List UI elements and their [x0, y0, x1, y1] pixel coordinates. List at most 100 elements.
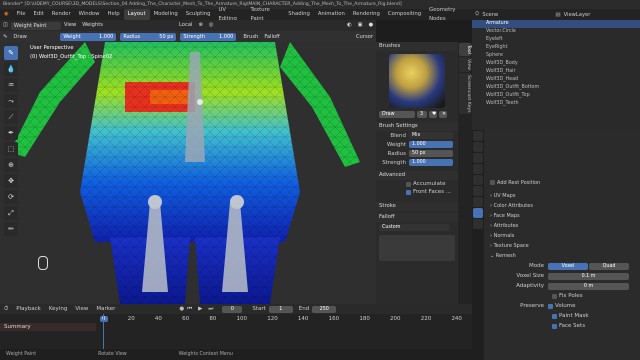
outliner-item[interactable]: Wolf3D_Head [472, 76, 640, 84]
gradient-tool-icon[interactable]: ⟋ [4, 110, 18, 124]
blend-selector[interactable]: Mix [409, 132, 453, 139]
scene-selector[interactable]: Scene [482, 12, 552, 18]
tab-layout[interactable]: Layout [123, 9, 150, 20]
editor-type-icon[interactable]: ◫ [0, 20, 11, 31]
brush-delete-icon[interactable]: ✕ [439, 111, 447, 118]
timeline-ruler[interactable]: 0 20 40 60 80 100 120 140 160 180 200 22… [0, 314, 472, 323]
add-rest-position-checkbox[interactable] [490, 180, 495, 185]
outliner-item[interactable]: Eyeleft [472, 36, 640, 44]
stroke-header[interactable]: Stroke [376, 202, 458, 211]
outliner-item[interactable]: Wolf3D_Body [472, 60, 640, 68]
section-texture-space[interactable]: › Texture Space [486, 241, 640, 251]
jump-start-icon[interactable]: ⏮ [184, 306, 195, 313]
viewport-3d[interactable]: User Perspective (0) Wolf3D_Outfit_Top :… [0, 42, 376, 304]
add-rest-position-row[interactable]: Add Rest Position [486, 178, 640, 188]
jump-end-icon[interactable]: ⏭ [205, 306, 216, 313]
accumulate-checkbox[interactable] [406, 181, 411, 187]
proportional-icon[interactable]: ◎ [206, 20, 217, 31]
move-tool-icon[interactable]: ✥ [4, 174, 18, 188]
draw-tool-icon[interactable]: ✎ [4, 46, 18, 60]
current-frame-field[interactable]: 0 [222, 305, 243, 313]
tab-screencast-keys[interactable]: Screencast Keys [459, 72, 471, 115]
outliner-item[interactable]: Wolf3D_Teeth [472, 100, 640, 108]
shading-solid-icon[interactable]: ● [365, 20, 376, 31]
blur-tool-icon[interactable]: 💧 [4, 62, 18, 76]
summary-channel[interactable]: Summary [0, 323, 96, 331]
front-faces-checkbox[interactable] [406, 189, 411, 195]
advanced-header[interactable]: Advanced [376, 171, 458, 180]
adaptivity-field[interactable]: 0 m [548, 282, 629, 290]
outliner-item[interactable]: Sphere [472, 52, 640, 60]
npanel-weight-field[interactable]: 1.000 [409, 141, 453, 148]
physics-props-icon[interactable] [473, 197, 483, 207]
keying-menu[interactable]: Keying [45, 306, 71, 312]
weight-slider[interactable]: Weight 1.000 [60, 32, 117, 41]
material-props-icon[interactable] [473, 219, 483, 229]
view-layer-selector[interactable]: ViewLayer [564, 12, 591, 18]
npanel-strength-field[interactable]: 1.000 [409, 159, 453, 166]
tab-rendering[interactable]: Rendering [349, 9, 384, 20]
falloff-header[interactable]: Falloff [376, 213, 458, 222]
select-box-icon[interactable]: ⬚ [4, 142, 18, 156]
menu-render[interactable]: Render [48, 9, 75, 20]
average-tool-icon[interactable]: ♒ [4, 78, 18, 92]
viewport-overlay-icon[interactable]: ◐ [344, 20, 355, 31]
preserve-volume-checkbox[interactable] [548, 303, 553, 309]
menu-edit[interactable]: Edit [30, 9, 48, 20]
tab-animation[interactable]: Animation [314, 9, 349, 20]
outliner-item[interactable]: Vector.Circle [472, 28, 640, 36]
outliner-item[interactable]: Wolf3D_Outfit_Bottom [472, 84, 640, 92]
brush-settings-header[interactable]: Brush Settings [376, 122, 458, 131]
timeline-editor-icon[interactable]: ⏱ [4, 306, 12, 313]
start-frame-field[interactable]: 1 [268, 305, 293, 313]
remesh-mode-quad[interactable]: Quad [589, 262, 629, 270]
section-face-maps[interactable]: › Face Maps [486, 211, 640, 221]
remesh-mode-voxel[interactable]: Voxel [548, 262, 588, 270]
menu-help[interactable]: Help [104, 9, 124, 20]
tab-compositing[interactable]: Compositing [384, 9, 425, 20]
tab-shading[interactable]: Shading [284, 9, 314, 20]
menu-window[interactable]: Window [75, 9, 104, 20]
scale-tool-icon[interactable]: ⤢ [4, 206, 18, 220]
brush-fake-user-icon[interactable]: ♥ [429, 111, 437, 118]
tab-view[interactable]: View [459, 56, 471, 72]
snap-icon[interactable]: ⊗ [195, 20, 205, 31]
outliner-item[interactable]: EyeRight [472, 44, 640, 52]
timeline-view-menu[interactable]: View [71, 306, 92, 312]
output-props-icon[interactable] [473, 153, 483, 163]
cursor-menu[interactable]: Cursor [353, 34, 376, 40]
falloff-menu[interactable]: Falloff [261, 34, 282, 40]
voxel-size-field[interactable]: 0.1 m [548, 272, 629, 280]
npanel-radius-field[interactable]: 50 px [409, 150, 453, 157]
tab-geometry-nodes[interactable]: Geometry Nodes [425, 5, 472, 25]
strength-slider[interactable]: Strength 1.000 [180, 32, 237, 41]
section-normals[interactable]: › Normals [486, 231, 640, 241]
xray-icon[interactable]: ▣ [355, 20, 366, 31]
playback-menu[interactable]: Playback [12, 306, 45, 312]
tab-tool[interactable]: Tool [459, 43, 471, 56]
blender-logo-icon[interactable]: ◉ [0, 9, 13, 20]
brush-name-field[interactable]: Draw [379, 111, 415, 118]
object-props-icon[interactable] [473, 175, 483, 185]
preserve-paint-mask-checkbox[interactable] [552, 313, 557, 319]
preserve-face-sets-checkbox[interactable] [552, 323, 557, 329]
falloff-preset-selector[interactable]: Custom [379, 224, 449, 231]
weights-menu[interactable]: Weights [79, 20, 106, 31]
section-uv-maps[interactable]: › UV Maps [486, 191, 640, 201]
brush-users-count[interactable]: 3 [417, 111, 427, 118]
outliner-item[interactable]: Armature [472, 20, 640, 28]
play-icon[interactable]: ▶ [195, 306, 205, 312]
radius-slider[interactable]: Radius 50 px [120, 32, 177, 41]
tab-modeling[interactable]: Modeling [150, 9, 182, 20]
mesh-data-props-icon[interactable] [473, 208, 483, 218]
falloff-curve[interactable] [379, 235, 455, 261]
brush-selector[interactable]: Draw [10, 34, 60, 40]
playhead[interactable] [103, 314, 104, 349]
end-frame-field[interactable]: 250 [312, 305, 337, 313]
sample-tool-icon[interactable]: ✒ [4, 126, 18, 140]
tool-props-icon[interactable] [473, 131, 483, 141]
menu-file[interactable]: File [13, 9, 30, 20]
render-props-icon[interactable] [473, 142, 483, 152]
brushes-panel-header[interactable]: Brushes [376, 42, 458, 51]
transform-orientation[interactable]: Local [176, 20, 195, 31]
